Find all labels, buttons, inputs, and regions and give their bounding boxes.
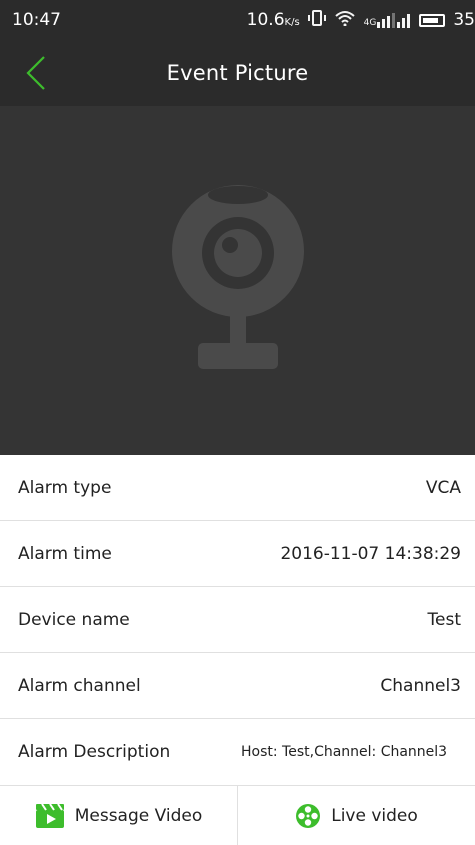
live-video-label: Live video <box>331 805 418 826</box>
detail-label: Alarm time <box>18 543 112 564</box>
detail-row-device-name: Device name Test <box>0 587 475 653</box>
message-video-label: Message Video <box>74 805 203 826</box>
detail-row-alarm-description: Alarm Description Host: Test,Channel: Ch… <box>0 719 475 785</box>
event-details: Alarm type VCA Alarm time 2016-11-07 14:… <box>0 455 475 785</box>
back-button[interactable] <box>20 54 54 92</box>
detail-label: Alarm channel <box>18 675 141 696</box>
page-title: Event Picture <box>166 61 309 85</box>
detail-label: Alarm type <box>18 477 112 498</box>
detail-label: Device name <box>18 609 130 630</box>
detail-value: Test <box>427 609 461 630</box>
wifi-icon <box>334 10 356 30</box>
battery-icon <box>419 13 446 27</box>
message-video-button[interactable]: Message Video <box>0 786 237 845</box>
chevron-left-icon <box>26 56 45 90</box>
detail-value: Host: Test,Channel: Channel3 <box>241 744 448 760</box>
film-reel-icon <box>296 803 321 828</box>
detail-row-alarm-channel: Alarm channel Channel3 <box>0 653 475 719</box>
status-time: 10:47 <box>12 10 61 30</box>
bottom-action-bar: Message Video Live video <box>0 785 475 845</box>
battery-level: 35 <box>453 10 475 30</box>
signal-label: 4G <box>363 18 377 28</box>
cell-signal-icon: 4G <box>364 12 412 28</box>
detail-row-alarm-type: Alarm type VCA <box>0 455 475 521</box>
status-bar: 10:47 10.6K/s 4G 35 <box>0 0 475 40</box>
detail-value: Channel3 <box>380 675 461 696</box>
live-video-button[interactable]: Live video <box>237 786 475 845</box>
status-icons: 10.6K/s 4G 35 <box>247 10 475 30</box>
detail-value: 2016-11-07 14:38:29 <box>280 543 461 564</box>
network-speed-value: 10.6 <box>246 10 285 30</box>
app-bar: Event Picture <box>0 40 475 106</box>
clapperboard-icon <box>35 802 64 828</box>
detail-label: Alarm Description <box>18 742 171 762</box>
vibrate-icon <box>307 10 326 30</box>
event-picture[interactable] <box>0 106 475 455</box>
detail-value: VCA <box>425 477 461 498</box>
webcam-icon <box>171 184 304 369</box>
network-speed-unit: K/s <box>284 17 300 28</box>
network-speed: 10.6K/s <box>247 10 300 30</box>
detail-row-alarm-time: Alarm time 2016-11-07 14:38:29 <box>0 521 475 587</box>
